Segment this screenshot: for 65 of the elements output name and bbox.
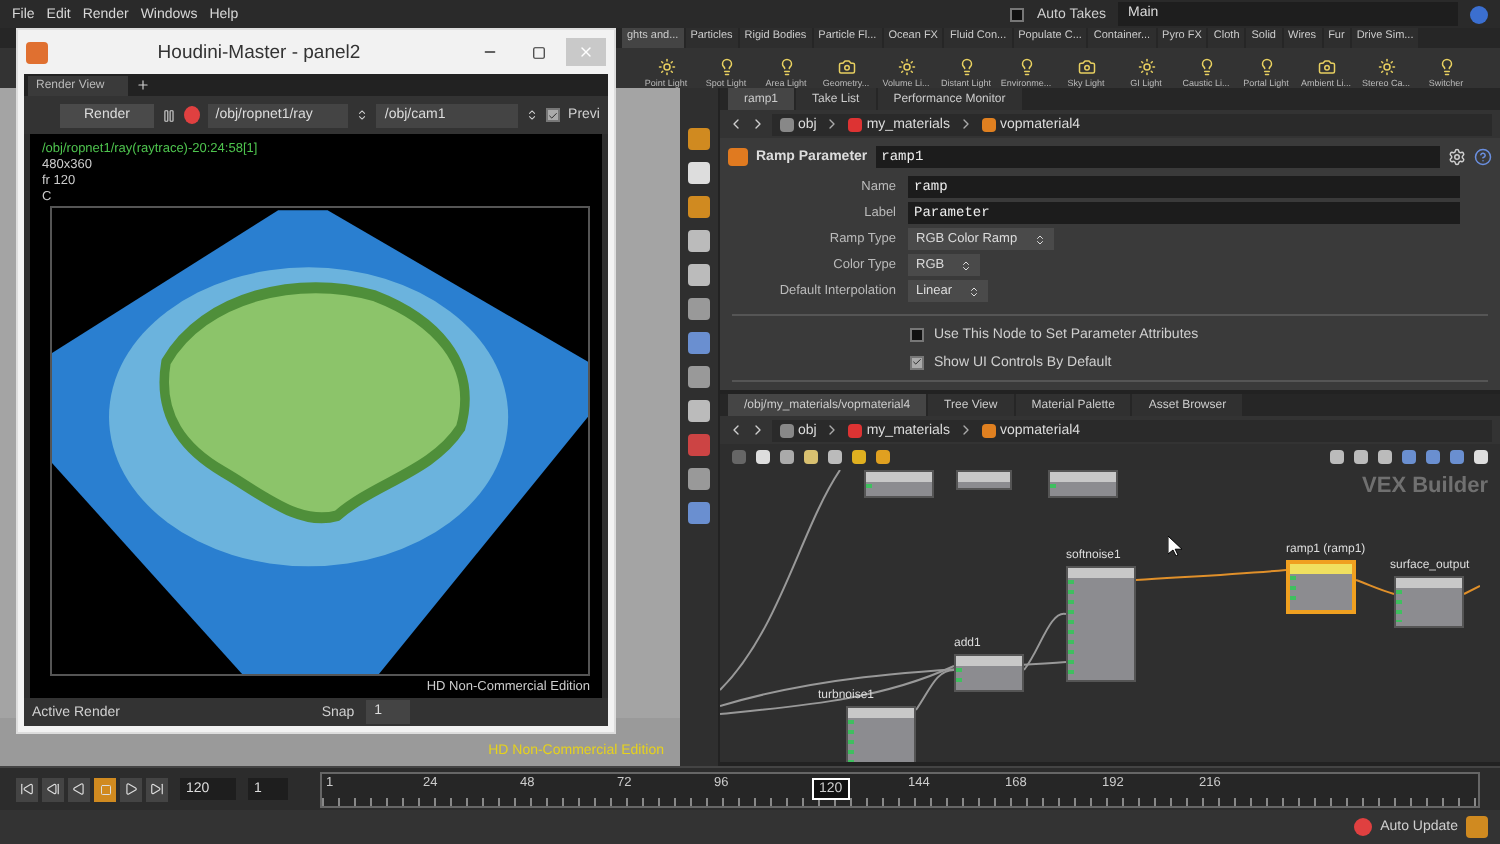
sun-icon: [657, 58, 675, 76]
stop-icon[interactable]: [1354, 818, 1373, 836]
sun-icon: [897, 58, 915, 76]
lightbulb-icon: [717, 58, 735, 76]
check-icon: [912, 356, 922, 368]
tool-icon[interactable]: [688, 332, 710, 354]
tool-icon[interactable]: [688, 502, 710, 524]
mouse-cursor-icon: [1168, 536, 1182, 556]
last-frame-button[interactable]: [146, 777, 168, 801]
add-tab-icon[interactable]: [136, 78, 151, 92]
check-icon: [548, 109, 559, 121]
tool-icon[interactable]: [688, 196, 710, 218]
checkbox[interactable]: [910, 327, 924, 341]
window-title: Houdini-Master - panel2: [155, 41, 363, 63]
checkbox[interactable]: [1010, 7, 1025, 21]
pause-icon[interactable]: [161, 107, 176, 123]
close-icon: [578, 44, 594, 60]
network-node[interactable]: [864, 470, 934, 498]
sun-icon: [1137, 58, 1155, 76]
lightbulb-icon: [1017, 58, 1035, 76]
skip-forward-icon: [150, 782, 164, 796]
play-button[interactable]: [120, 777, 142, 801]
app-icon: [26, 41, 48, 63]
maximize-icon: [531, 45, 545, 59]
lightbulb-icon: [777, 58, 795, 76]
checkbox[interactable]: [910, 355, 924, 369]
tool-icon[interactable]: [688, 400, 710, 422]
play-icon: [124, 782, 138, 796]
sun-icon: [1377, 58, 1395, 76]
step-back-icon: [46, 782, 60, 796]
tool-icon[interactable]: [688, 128, 710, 150]
stop-icon: [99, 783, 111, 795]
network-node[interactable]: [1048, 470, 1118, 498]
stop-button[interactable]: [94, 777, 116, 801]
settings-icon[interactable]: [1448, 148, 1466, 166]
step-back-button[interactable]: [42, 777, 64, 801]
network-node[interactable]: [1286, 560, 1356, 614]
network-node[interactable]: [1066, 566, 1136, 682]
camera-icon: [837, 58, 855, 76]
camera-icon: [1077, 58, 1095, 76]
camera-icon: [1317, 58, 1335, 76]
network-node[interactable]: [956, 470, 1012, 490]
tool-icon[interactable]: [688, 366, 710, 388]
tool-icon[interactable]: [688, 162, 710, 184]
tool-icon[interactable]: [688, 264, 710, 286]
tool-icon[interactable]: [688, 468, 710, 490]
network-node[interactable]: [1394, 576, 1464, 628]
lightbulb-icon: [1437, 58, 1455, 76]
tool-icon[interactable]: [688, 298, 710, 320]
play-reverse-button[interactable]: [68, 777, 90, 801]
updown-icon[interactable]: [356, 108, 369, 122]
reverse-play-icon: [72, 782, 86, 796]
tool-icon[interactable]: [688, 230, 710, 252]
node-type-icon: [728, 148, 748, 166]
lightbulb-icon: [1197, 58, 1215, 76]
updown-icon[interactable]: [525, 108, 539, 122]
checkbox[interactable]: [546, 108, 561, 122]
tool-icon[interactable]: [688, 434, 710, 456]
skip-back-icon: [20, 782, 34, 796]
lightbulb-icon: [1257, 58, 1275, 76]
context-label: VEX Builder: [1362, 474, 1488, 498]
lightbulb-icon: [957, 58, 975, 76]
stop-icon[interactable]: [183, 106, 200, 124]
network-node[interactable]: [954, 654, 1024, 692]
first-frame-button[interactable]: [16, 777, 38, 801]
